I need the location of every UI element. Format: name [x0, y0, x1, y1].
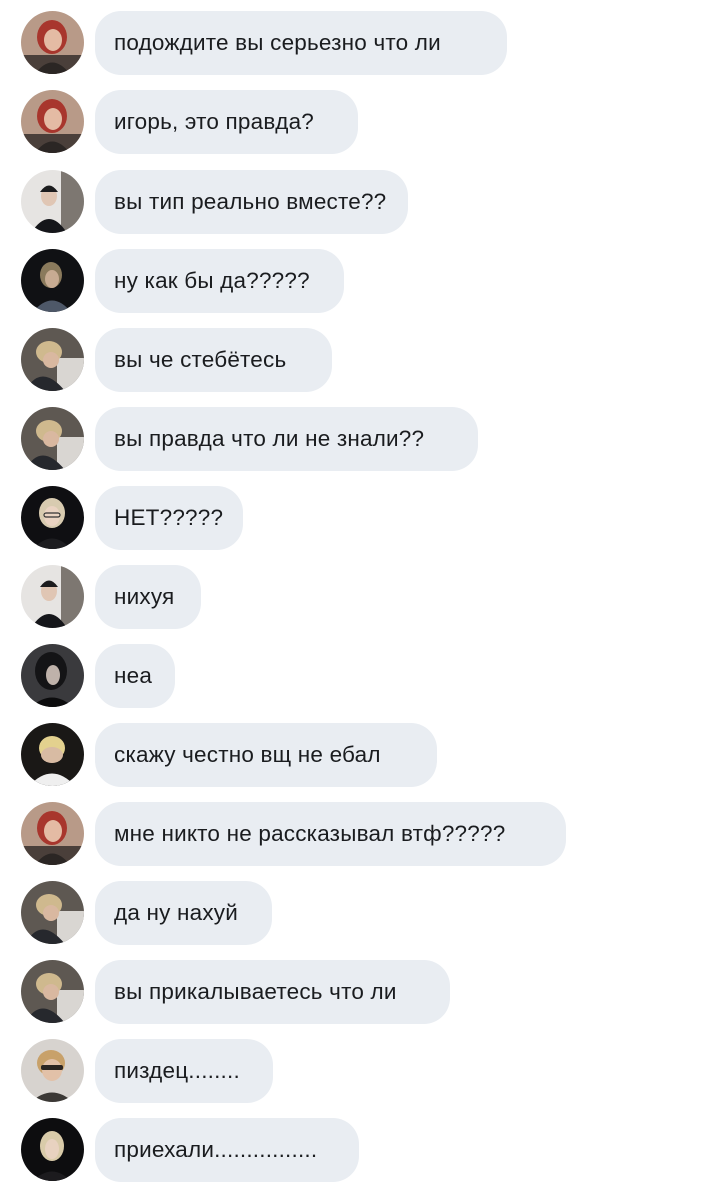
- avatar-blond-boy-leaning[interactable]: [21, 881, 84, 944]
- message-text: мне никто не рассказывал втф?????: [114, 821, 506, 846]
- message-bubble: вы тип реально вместе??: [95, 170, 408, 234]
- message-row: да ну нахуй: [0, 881, 728, 945]
- message-row: неа: [0, 644, 728, 708]
- avatar-hands-on-face[interactable]: [21, 723, 84, 786]
- avatar-beanie-boy[interactable]: [21, 170, 84, 233]
- message-text: пиздец........: [114, 1058, 240, 1083]
- message-bubble: пиздец........: [95, 1039, 273, 1103]
- message-text: вы тип реально вместе??: [114, 189, 387, 214]
- message-text: вы че стебётесь: [114, 347, 287, 372]
- message-text: вы правда что ли не знали??: [114, 426, 425, 451]
- message-bubble: подождите вы серьезно что ли: [95, 11, 507, 75]
- message-bubble: вы правда что ли не знали??: [95, 407, 478, 471]
- message-text: скажу честно вщ не ебал: [114, 742, 381, 767]
- message-row: НЕТ?????: [0, 486, 728, 550]
- message-bubble: нихуя: [95, 565, 201, 629]
- message-bubble: НЕТ?????: [95, 486, 243, 550]
- avatar-blond-boy-leaning[interactable]: [21, 328, 84, 391]
- message-text: НЕТ?????: [114, 505, 224, 530]
- avatar-red-hair-woman[interactable]: [21, 802, 84, 865]
- message-text: да ну нахуй: [114, 900, 239, 925]
- avatar-red-hair-woman[interactable]: [21, 90, 84, 153]
- avatar-beanie-boy[interactable]: [21, 565, 84, 628]
- message-row: мне никто не рассказывал втф?????: [0, 802, 728, 866]
- message-bubble: ну как бы да?????: [95, 249, 344, 313]
- message-bubble: вы че стебётесь: [95, 328, 332, 392]
- avatar-sunglasses-guy[interactable]: [21, 1039, 84, 1102]
- avatar-dark-hair-girl[interactable]: [21, 644, 84, 707]
- message-row: пиздец........: [0, 1039, 728, 1103]
- avatar-blonde-girl-glasses[interactable]: [21, 486, 84, 549]
- message-row: вы правда что ли не знали??: [0, 407, 728, 471]
- message-row: скажу честно вщ не ебал: [0, 723, 728, 787]
- message-text: неа: [114, 663, 153, 688]
- message-row: ну как бы да?????: [0, 249, 728, 313]
- avatar-blond-boy-leaning[interactable]: [21, 407, 84, 470]
- message-text: вы прикалываетесь что ли: [114, 979, 397, 1004]
- avatar-dark-boy[interactable]: [21, 249, 84, 312]
- message-bubble: неа: [95, 644, 175, 708]
- message-bubble: да ну нахуй: [95, 881, 272, 945]
- message-text: приехали................: [114, 1137, 318, 1162]
- message-row: подождите вы серьезно что ли: [0, 11, 728, 75]
- avatar-blonde-girl-dark[interactable]: [21, 1118, 84, 1181]
- message-row: вы че стебётесь: [0, 328, 728, 392]
- message-bubble: скажу честно вщ не ебал: [95, 723, 437, 787]
- message-text: подождите вы серьезно что ли: [114, 30, 441, 55]
- message-row: приехали................: [0, 1118, 728, 1182]
- message-bubble: вы прикалываетесь что ли: [95, 960, 450, 1024]
- message-row: вы прикалываетесь что ли: [0, 960, 728, 1024]
- message-text: игорь, это правда?: [114, 109, 315, 134]
- chat-thread: подождите вы серьезно что ли игорь, это …: [0, 0, 728, 1199]
- message-text: нихуя: [114, 584, 175, 609]
- message-row: вы тип реально вместе??: [0, 170, 728, 234]
- message-bubble: приехали................: [95, 1118, 359, 1182]
- message-bubble: мне никто не рассказывал втф?????: [95, 802, 566, 866]
- message-text: ну как бы да?????: [114, 268, 310, 293]
- message-row: нихуя: [0, 565, 728, 629]
- message-bubble: игорь, это правда?: [95, 90, 358, 154]
- message-row: игорь, это правда?: [0, 90, 728, 154]
- avatar-blond-boy-leaning[interactable]: [21, 960, 84, 1023]
- avatar-red-hair-woman[interactable]: [21, 11, 84, 74]
